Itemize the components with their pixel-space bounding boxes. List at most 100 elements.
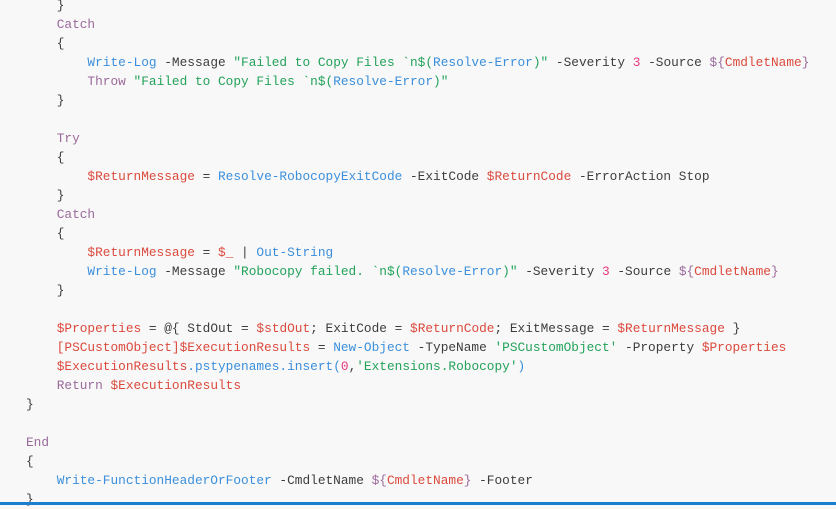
code-token: Resolve-RobocopyExitCode (218, 169, 403, 184)
code-token: 0 (340, 359, 349, 374)
code-token: -ErrorAction Stop (571, 169, 710, 184)
code-token: Catch (26, 17, 96, 32)
code-token: -Source (640, 55, 710, 70)
code-token: | (233, 245, 257, 260)
code-line: } (26, 0, 809, 15)
code-token: Write-Log (26, 55, 157, 70)
code-token: "Robocopy failed. `n$( (233, 264, 403, 279)
code-line: $ReturnMessage = $_ | Out-String (26, 243, 809, 262)
code-token: Catch (26, 207, 96, 222)
code-token: )" (433, 74, 449, 89)
code-token: Out-String (256, 245, 334, 260)
code-token: -Property (617, 340, 702, 355)
code-token: } (26, 397, 34, 412)
code-token: $ExecutionResults (26, 359, 188, 374)
code-line: Write-Log -Message "Robocopy failed. `n$… (26, 262, 809, 281)
code-token: Resolve-Error (333, 74, 434, 89)
code-token: ${ (678, 264, 695, 279)
code-token: )" (502, 264, 518, 279)
code-token: $ReturnCode (486, 169, 572, 184)
code-token: $ReturnMessage (26, 245, 195, 260)
code-token: -Severity (517, 264, 602, 279)
code-token: Resolve-Error (433, 55, 533, 70)
code-token: CmdletName (694, 264, 771, 279)
code-token: -Severity (548, 55, 633, 70)
code-token: -Source (609, 264, 679, 279)
code-line: Try (26, 129, 809, 148)
code-token: Try (26, 131, 80, 146)
code-token: "Failed to Copy Files `n$( (233, 55, 434, 70)
code-token: -Message (156, 55, 234, 70)
code-token: } (26, 283, 65, 298)
code-line: } (26, 281, 809, 300)
code-line: Write-FunctionHeaderOrFooter -CmdletName… (26, 471, 809, 490)
code-token: 3 (602, 264, 610, 279)
code-line: { (26, 224, 809, 243)
code-token: .pstypenames.insert( (187, 359, 341, 374)
code-line: Throw "Failed to Copy Files `n$(Resolve-… (26, 72, 809, 91)
code-token: -Message (156, 264, 234, 279)
code-line: } (26, 395, 809, 414)
code-token: )" (532, 55, 549, 70)
code-token: } (26, 0, 65, 13)
code-token: = (310, 340, 334, 355)
code-editor[interactable]: } Catch { Write-Log -Message "Failed to … (26, 0, 809, 509)
code-line: Write-Log -Message "Failed to Copy Files… (26, 53, 809, 72)
code-token: ; ExitCode = (310, 321, 411, 336)
code-token: 'Extensions.Robocopy' (356, 359, 518, 374)
code-token: { (26, 454, 34, 469)
code-token: } (26, 188, 65, 203)
code-token: Write-FunctionHeaderOrFooter (26, 473, 272, 488)
code-line: End (26, 433, 809, 452)
code-token: } (26, 93, 65, 108)
code-token: $stdOut (256, 321, 311, 336)
code-token: -ExitCode (402, 169, 487, 184)
code-token: CmdletName (724, 55, 802, 70)
code-token: New-Object (333, 340, 410, 355)
code-token: CmdletName (386, 473, 464, 488)
code-line: $ReturnMessage = Resolve-RobocopyExitCod… (26, 167, 809, 186)
code-line: $Properties = @{ StdOut = $stdOut; ExitC… (26, 319, 809, 338)
code-token: $Properties (26, 321, 142, 336)
code-token: ${ (709, 55, 725, 70)
code-token: } (724, 321, 741, 336)
code-token: = @{ StdOut = (141, 321, 257, 336)
code-token: ${ (371, 473, 387, 488)
code-line: } (26, 91, 809, 110)
code-token: -Footer (471, 473, 533, 488)
code-line: Catch (26, 205, 809, 224)
code-line: [PSCustomObject]$ExecutionResults = New-… (26, 338, 809, 357)
code-token: $ReturnCode (410, 321, 495, 336)
code-token: } (801, 55, 810, 70)
code-token: { (26, 36, 65, 51)
code-token: ) (517, 359, 526, 374)
code-token: } (770, 264, 779, 279)
code-token: { (26, 226, 65, 241)
code-token: = (194, 245, 218, 260)
code-token: = (194, 169, 218, 184)
code-token: Write-Log (26, 264, 157, 279)
code-token: $ReturnMessage (617, 321, 725, 336)
code-token: "Failed to Copy Files `n$( (133, 74, 334, 89)
code-token: $Properties (701, 340, 787, 355)
code-line: Catch (26, 15, 809, 34)
code-line: { (26, 452, 809, 471)
code-line: { (26, 148, 809, 167)
code-token: $_ (218, 245, 234, 260)
code-token: { (26, 150, 65, 165)
code-token: Return (26, 378, 103, 393)
code-token: Resolve-Error (402, 264, 503, 279)
code-token: 'PSCustomObject' (494, 340, 618, 355)
code-line: $ExecutionResults.pstypenames.insert(0,'… (26, 357, 809, 376)
code-token: ; ExitMessage = (494, 321, 618, 336)
code-token: Throw (26, 74, 126, 89)
code-token: $ExecutionResults (110, 378, 242, 393)
code-line: { (26, 34, 809, 53)
code-line: Return $ExecutionResults (26, 376, 809, 395)
code-token: $ReturnMessage (26, 169, 195, 184)
code-line: } (26, 490, 809, 509)
